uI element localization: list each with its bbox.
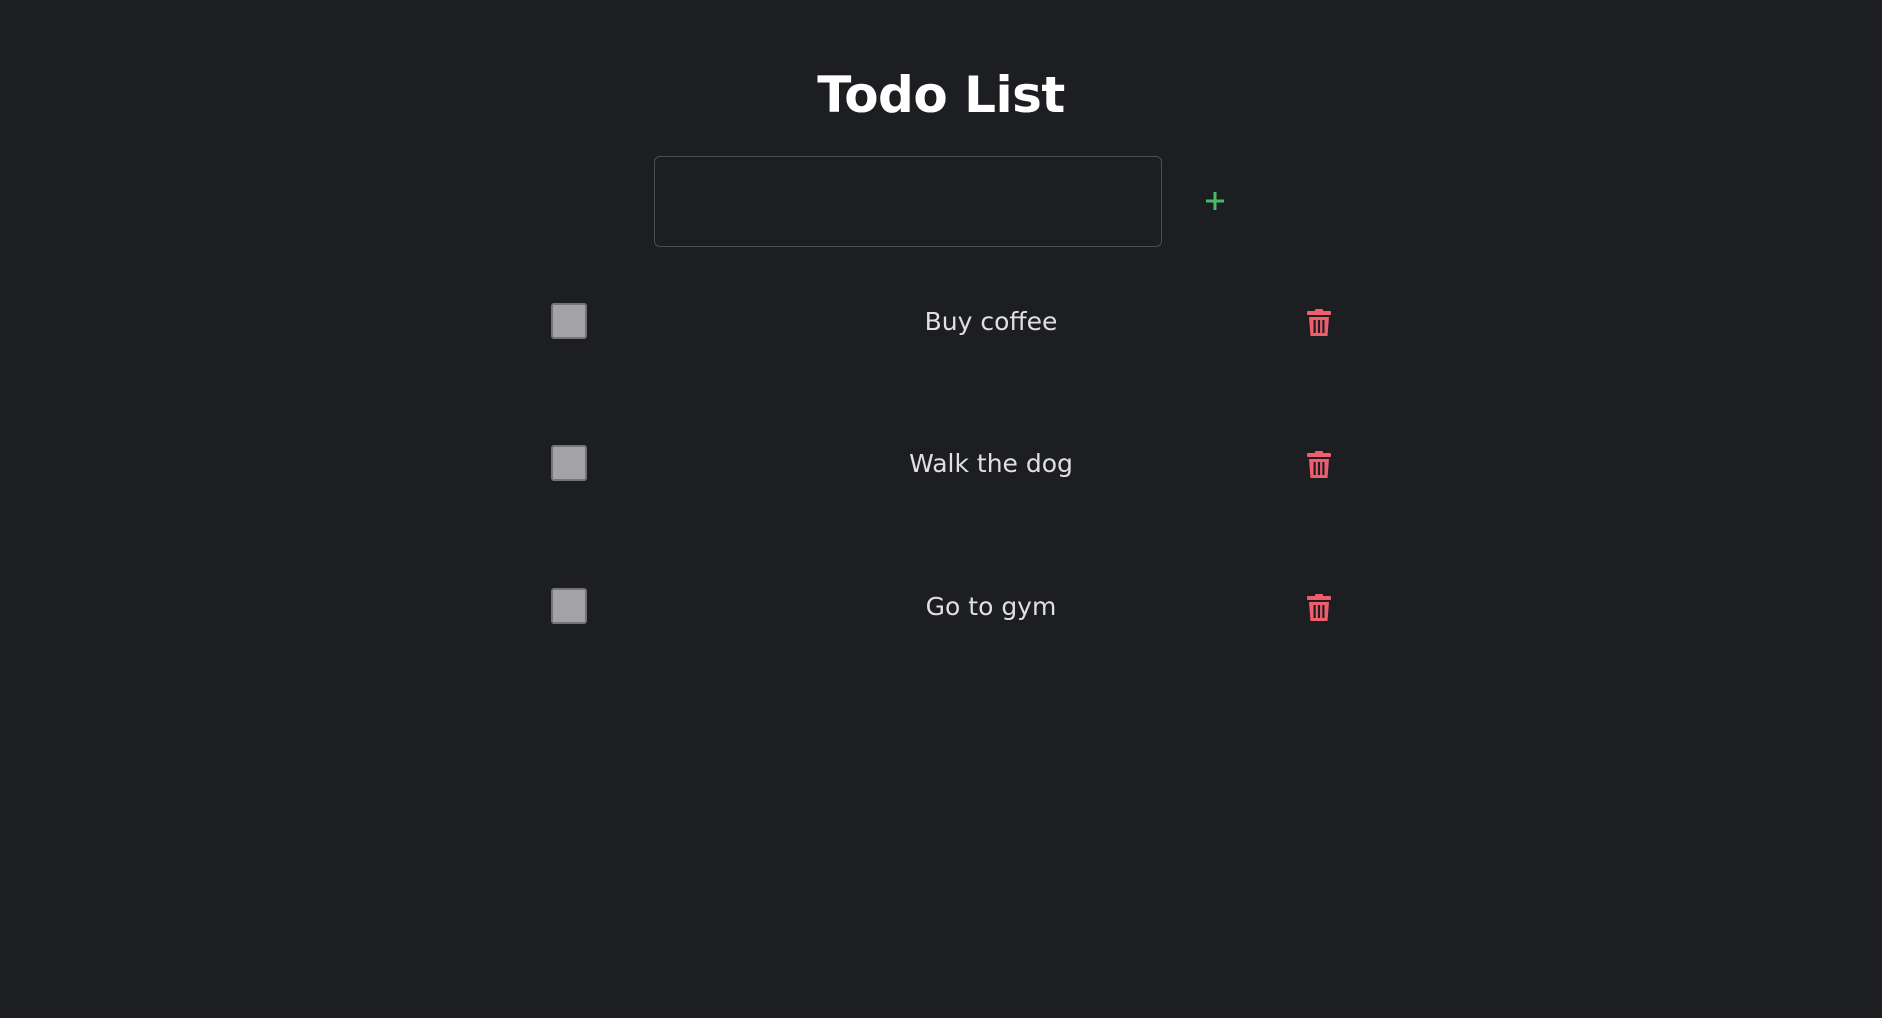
trash-icon — [1307, 309, 1331, 336]
todo-text: Go to gym — [925, 592, 1057, 621]
todo-item: Buy coffee — [551, 292, 1333, 352]
todo-text: Walk the dog — [909, 449, 1073, 478]
delete-todo-button[interactable] — [1304, 592, 1334, 622]
todo-item: Go to gym — [551, 577, 1333, 637]
todo-list: Buy coffee Walk the dog Go to gym — [0, 0, 1882, 1018]
todo-checkbox[interactable] — [551, 445, 587, 481]
delete-todo-button[interactable] — [1304, 307, 1334, 337]
trash-icon — [1307, 594, 1331, 621]
todo-checkbox[interactable] — [551, 588, 587, 624]
trash-icon — [1307, 451, 1331, 478]
todo-checkbox[interactable] — [551, 303, 587, 339]
todo-item: Walk the dog — [551, 434, 1333, 494]
todo-text: Buy coffee — [924, 307, 1058, 336]
delete-todo-button[interactable] — [1304, 449, 1334, 479]
